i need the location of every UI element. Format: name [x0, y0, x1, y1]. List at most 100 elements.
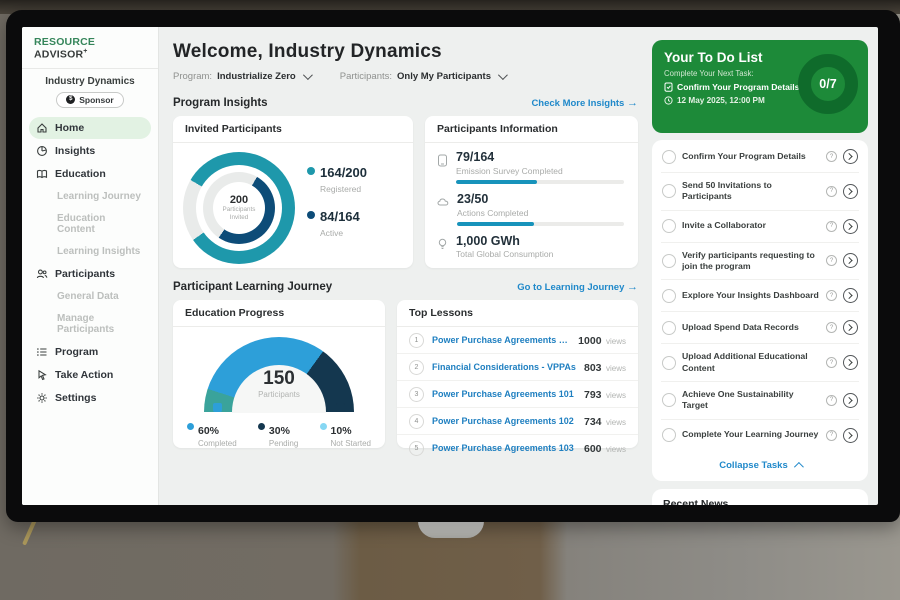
- legend-dot-registered: [307, 167, 315, 175]
- task-chevron-button[interactable]: [843, 253, 858, 268]
- lesson-link[interactable]: Power Purchase Agreements 101: [432, 335, 570, 345]
- lesson-views: 803 views: [584, 358, 626, 376]
- sidebar-item-insights[interactable]: Insights: [29, 140, 151, 162]
- active-value: 84/164: [320, 209, 360, 224]
- todo-progress-count: 0/7: [819, 77, 836, 91]
- brand-plus: +: [83, 48, 87, 55]
- program-filter-label: Program:: [173, 71, 212, 82]
- lesson-link[interactable]: Power Purchase Agreements 101: [432, 389, 576, 399]
- todo-task-row: Upload Spend Data Records ?: [661, 312, 859, 344]
- sidebar-item-settings[interactable]: Settings: [29, 387, 151, 409]
- info-icon[interactable]: ?: [826, 395, 837, 406]
- stat-value: 1,000 GWh: [456, 235, 624, 249]
- task-checkbox[interactable]: [662, 428, 676, 442]
- info-icon[interactable]: ?: [826, 151, 837, 162]
- gauge-legend: 60% Completed 30% Pending 10% Not Starte…: [173, 413, 385, 448]
- lesson-row: 4 Power Purchase Agreements 102 734 view…: [397, 408, 638, 435]
- brand-primary: RESOURCE: [34, 36, 95, 48]
- sidebar-item-learning-journey[interactable]: Learning Journey: [29, 186, 151, 207]
- legend-dot-pending: [258, 423, 265, 430]
- donut-center-value: 200: [230, 194, 248, 206]
- monitor-bezel: RESOURCE ADVISOR+ Industry Dynamics $ Sp…: [6, 10, 900, 522]
- book-icon: [36, 168, 48, 180]
- lesson-link[interactable]: Power Purchase Agreements 102: [432, 416, 576, 426]
- sidebar-item-home[interactable]: Home: [29, 117, 151, 139]
- registered-value: 164/200: [320, 165, 367, 180]
- task-chevron-button[interactable]: [843, 428, 858, 443]
- sponsor-badge[interactable]: $ Sponsor: [56, 92, 123, 108]
- lesson-link[interactable]: Power Purchase Agreements 103: [432, 443, 576, 453]
- info-icon[interactable]: ?: [826, 255, 837, 266]
- participants-icon: [36, 268, 48, 280]
- task-checkbox[interactable]: [662, 184, 676, 198]
- lesson-row: 1 Power Purchase Agreements 101 1000 vie…: [397, 327, 638, 354]
- task-chevron-button[interactable]: [843, 184, 858, 199]
- lesson-row: 2 Financial Considerations - VPPAs 803 v…: [397, 354, 638, 381]
- sidebar-item-learning-insights[interactable]: Learning Insights: [29, 241, 151, 262]
- task-label: Send 50 Invitations to Participants: [682, 180, 820, 203]
- task-chevron-button[interactable]: [843, 219, 858, 234]
- info-icon[interactable]: ?: [826, 322, 837, 333]
- chevron-right-icon: [846, 431, 853, 438]
- sidebar-item-education-content[interactable]: Education Content: [29, 208, 151, 240]
- participants-filter-value: Only My Participants: [397, 71, 491, 82]
- stat-value: 23/50: [457, 193, 624, 207]
- task-chevron-button[interactable]: [843, 355, 858, 370]
- lesson-views: 1000 views: [578, 331, 626, 349]
- sidebar-item-program[interactable]: Program: [29, 341, 151, 363]
- todo-task-row: Confirm Your Program Details ?: [661, 141, 859, 173]
- todo-task-row: Verify participants requesting to join t…: [661, 243, 859, 281]
- collapse-tasks-link[interactable]: Collapse Tasks: [661, 451, 859, 481]
- task-chevron-button[interactable]: [843, 149, 858, 164]
- home-icon: [36, 122, 48, 134]
- task-chevron-button[interactable]: [843, 393, 858, 408]
- go-to-learning-journey-link[interactable]: Go to Learning Journey →: [517, 281, 638, 293]
- sidebar-item-label: Education: [55, 168, 106, 180]
- donut-legend: 164/200 Registered 84/164 Active: [307, 164, 367, 252]
- task-checkbox[interactable]: [662, 289, 676, 303]
- participants-filter[interactable]: Participants: Only My Participants: [340, 71, 505, 82]
- legend-dot-active: [307, 211, 315, 219]
- task-checkbox[interactable]: [662, 393, 676, 407]
- sponsor-icon: $: [66, 95, 75, 104]
- sidebar-item-take-action[interactable]: Take Action: [29, 364, 151, 386]
- task-checkbox[interactable]: [662, 219, 676, 233]
- todo-panel: Your To Do List Complete Your Next Task:…: [648, 27, 878, 505]
- info-icon[interactable]: ?: [826, 430, 837, 441]
- sponsor-label: Sponsor: [79, 95, 113, 105]
- recent-news-heading: Recent News: [663, 498, 857, 506]
- lesson-link[interactable]: Financial Considerations - VPPAs: [432, 362, 576, 372]
- chevron-right-icon: [846, 324, 853, 331]
- stat-emission-survey: 79/164 Emission Survey Completed: [437, 151, 624, 184]
- todo-task-row: Achieve One Sustainability Target ?: [661, 382, 859, 420]
- info-icon[interactable]: ?: [826, 221, 837, 232]
- lesson-row: 3 Power Purchase Agreements 101 793 view…: [397, 381, 638, 408]
- sidebar-item-manage-participants[interactable]: Manage Participants: [29, 308, 151, 340]
- task-label: Complete Your Learning Journey: [682, 429, 820, 440]
- info-icon[interactable]: ?: [826, 186, 837, 197]
- page-title: Welcome, Industry Dynamics: [173, 41, 638, 63]
- gear-icon: [36, 392, 48, 404]
- chevron-right-icon: [846, 397, 853, 404]
- sidebar-item-participants[interactable]: Participants: [29, 263, 151, 285]
- todo-due-date: 12 May 2025, 12:00 PM: [677, 96, 765, 105]
- task-checkbox[interactable]: [662, 254, 676, 268]
- program-filter[interactable]: Program: Industrialize Zero: [173, 71, 310, 82]
- participants-information-card: Participants Information 79/164 Emission…: [425, 116, 638, 268]
- todo-task-list: Confirm Your Program Details ? Send 50 I…: [652, 140, 868, 481]
- lesson-rank-badge: 4: [409, 414, 424, 429]
- lesson-row: 5 Power Purchase Agreements 103 600 view…: [397, 435, 638, 461]
- task-checkbox[interactable]: [662, 356, 676, 370]
- info-icon[interactable]: ?: [826, 290, 837, 301]
- lesson-rank-badge: 2: [409, 360, 424, 375]
- task-checkbox[interactable]: [662, 321, 676, 335]
- task-chevron-button[interactable]: [843, 288, 858, 303]
- task-checkbox[interactable]: [662, 150, 676, 164]
- task-label: Confirm Your Program Details: [682, 151, 820, 162]
- task-chevron-button[interactable]: [843, 320, 858, 335]
- info-icon[interactable]: ?: [826, 357, 837, 368]
- check-more-insights-link[interactable]: Check More Insights →: [531, 97, 638, 109]
- sidebar-item-education[interactable]: Education: [29, 163, 151, 185]
- sidebar-item-general-data[interactable]: General Data: [29, 286, 151, 307]
- brand-secondary: ADVISOR: [34, 49, 83, 61]
